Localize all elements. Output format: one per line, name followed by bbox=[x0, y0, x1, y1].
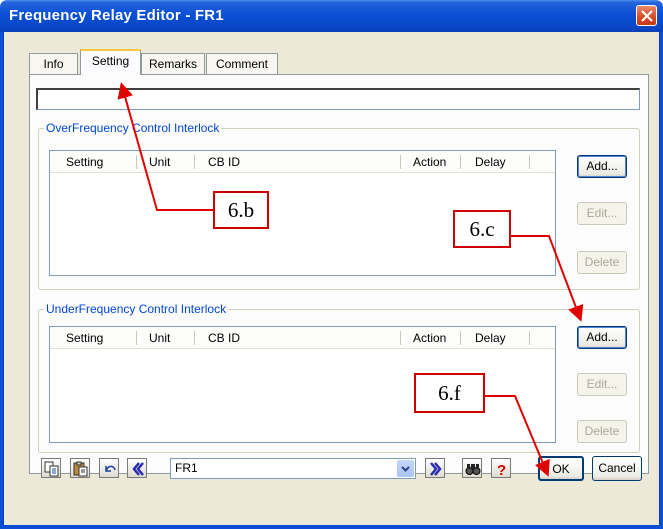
ok-button[interactable]: OK bbox=[538, 456, 584, 481]
next-button[interactable] bbox=[425, 458, 445, 478]
column-header-unit[interactable]: Unit bbox=[149, 155, 170, 169]
annotation-callout-6f: 6.f bbox=[414, 373, 485, 413]
find-icon bbox=[465, 464, 481, 475]
column-header-action[interactable]: Action bbox=[413, 155, 446, 169]
column-header-cb-id[interactable]: CB ID bbox=[208, 155, 240, 169]
column-divider[interactable] bbox=[460, 155, 461, 169]
under-delete-button[interactable]: Delete bbox=[577, 420, 627, 443]
dialog-window: Frequency Relay Editor - FR1 Info Settin… bbox=[0, 0, 663, 529]
underfrequency-group-label: UnderFrequency Control Interlock bbox=[44, 302, 229, 316]
column-header-cb-id[interactable]: CB ID bbox=[208, 331, 240, 345]
column-header-action[interactable]: Action bbox=[413, 331, 446, 345]
column-header-unit[interactable]: Unit bbox=[149, 331, 170, 345]
column-divider[interactable] bbox=[529, 155, 530, 169]
tab-comment[interactable]: Comment bbox=[206, 53, 278, 74]
window-frame-bottom bbox=[0, 525, 663, 529]
next-icon bbox=[430, 462, 442, 476]
setting-description-input[interactable] bbox=[36, 88, 640, 110]
combo-value: FR1 bbox=[175, 461, 198, 475]
chevron-down-icon bbox=[401, 466, 410, 472]
previous-icon bbox=[132, 462, 144, 476]
overfrequency-group-label: OverFrequency Control Interlock bbox=[44, 121, 222, 135]
help-button[interactable]: ? bbox=[491, 458, 511, 478]
tab-label: Remarks bbox=[148, 57, 197, 71]
under-edit-button[interactable]: Edit... bbox=[577, 373, 627, 396]
undo-button[interactable] bbox=[99, 458, 119, 478]
paste-icon bbox=[73, 461, 88, 477]
title-bar[interactable]: Frequency Relay Editor - FR1 bbox=[0, 0, 663, 32]
column-header-setting[interactable]: Setting bbox=[66, 331, 103, 345]
over-delete-button[interactable]: Delete bbox=[577, 251, 627, 274]
column-header-delay[interactable]: Delay bbox=[475, 331, 506, 345]
help-icon: ? bbox=[497, 462, 506, 477]
close-icon bbox=[641, 10, 653, 22]
column-divider[interactable] bbox=[194, 155, 195, 169]
tab-setting[interactable]: Setting bbox=[80, 49, 141, 75]
list-header: Setting Unit CB ID Action Delay bbox=[50, 151, 555, 173]
column-header-setting[interactable]: Setting bbox=[66, 155, 103, 169]
undo-icon bbox=[105, 465, 116, 472]
annotation-callout-6b: 6.b bbox=[213, 191, 269, 229]
over-edit-button[interactable]: Edit... bbox=[577, 202, 627, 225]
tab-label: Comment bbox=[215, 57, 268, 71]
annotation-callout-6c: 6.c bbox=[453, 210, 511, 248]
column-divider[interactable] bbox=[529, 331, 530, 345]
cancel-button[interactable]: Cancel bbox=[592, 456, 642, 481]
tab-remarks[interactable]: Remarks bbox=[141, 53, 205, 74]
column-divider[interactable] bbox=[194, 331, 195, 345]
window-title: Frequency Relay Editor - FR1 bbox=[9, 7, 224, 24]
combo-dropdown-button[interactable] bbox=[397, 460, 414, 477]
over-add-button[interactable]: Add... bbox=[577, 155, 627, 178]
copy-button[interactable] bbox=[41, 458, 61, 478]
find-button[interactable] bbox=[462, 458, 482, 478]
element-id-combo[interactable]: FR1 bbox=[170, 458, 416, 479]
list-header: Setting Unit CB ID Action Delay bbox=[50, 327, 555, 349]
column-divider[interactable] bbox=[136, 331, 137, 345]
column-divider[interactable] bbox=[400, 331, 401, 345]
svg-text:?: ? bbox=[497, 462, 506, 477]
under-add-button[interactable]: Add... bbox=[577, 326, 627, 349]
tab-info[interactable]: Info bbox=[29, 53, 78, 74]
column-divider[interactable] bbox=[460, 331, 461, 345]
paste-button[interactable] bbox=[70, 458, 90, 478]
copy-icon bbox=[44, 461, 59, 477]
column-header-delay[interactable]: Delay bbox=[475, 155, 506, 169]
column-divider[interactable] bbox=[136, 155, 137, 169]
column-divider[interactable] bbox=[400, 155, 401, 169]
close-button[interactable] bbox=[636, 5, 657, 26]
previous-button[interactable] bbox=[127, 458, 147, 478]
tab-label: Setting bbox=[91, 54, 130, 68]
tab-label: Info bbox=[43, 57, 64, 71]
